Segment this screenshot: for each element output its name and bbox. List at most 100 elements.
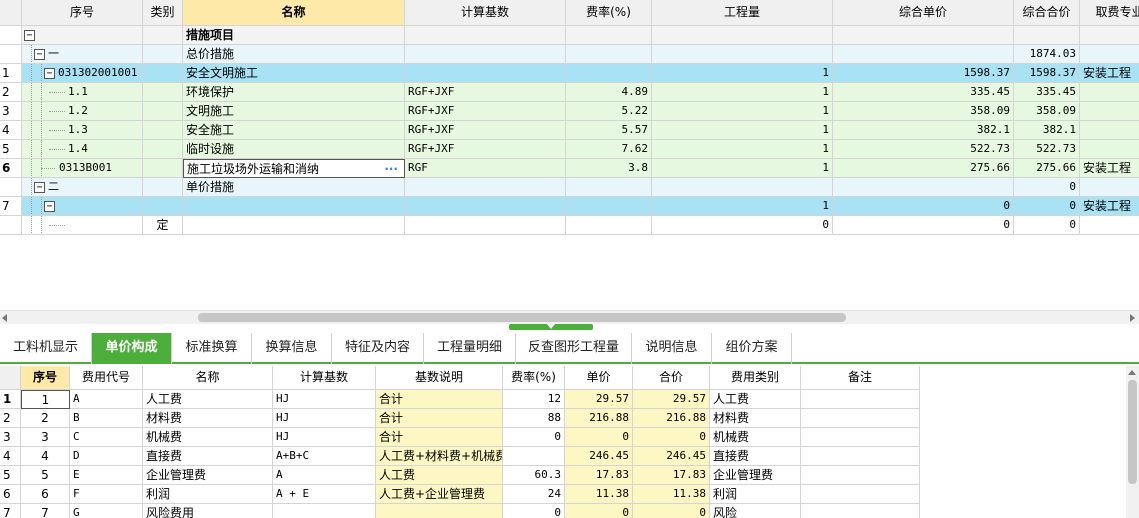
fee-specialty-cell[interactable] [1080,121,1139,140]
quantity-cell[interactable] [652,178,833,197]
name-cell[interactable]: 人工费 [143,390,273,409]
base-cell[interactable]: A [273,466,376,485]
base-desc-cell[interactable]: 人工费 [376,466,503,485]
rate-cell[interactable]: 24 [503,485,565,504]
rate-cell[interactable]: 88 [503,409,565,428]
total-price-cell[interactable]: 522.73 [1014,140,1080,159]
row-number[interactable]: 2 [0,409,21,428]
name-cell[interactable]: 措施项目 [183,26,405,45]
unit-price-cell[interactable]: 382.1 [833,121,1014,140]
base-cell[interactable] [405,64,566,83]
quantity-cell[interactable]: 1 [652,197,833,216]
col-header-seq[interactable]: 序号 [21,366,70,390]
total-cell[interactable]: 246.45 [633,447,710,466]
base-desc-cell[interactable]: 合计 [376,390,503,409]
seq-cell[interactable]: 6 [21,485,70,504]
ellipsis-button[interactable]: ··· [384,160,398,177]
tree-code-cell[interactable]: − [22,26,143,45]
category-cell[interactable] [143,102,183,121]
fee-specialty-cell[interactable] [1080,83,1139,102]
total-cell[interactable]: 29.57 [633,390,710,409]
name-cell[interactable]: 单价措施 [183,178,405,197]
unit-price-cell[interactable]: 29.57 [565,390,633,409]
row-number[interactable] [0,45,22,64]
total-price-cell[interactable]: 275.66 [1014,159,1080,178]
unit-price-cell[interactable]: 0 [833,216,1014,235]
fee-type-cell[interactable]: 利润 [710,485,801,504]
category-cell[interactable] [143,26,183,45]
fee-specialty-cell[interactable] [1080,140,1139,159]
category-cell[interactable] [143,197,183,216]
total-price-cell[interactable]: 335.45 [1014,83,1080,102]
col-header-fee-specialty[interactable]: 取费专业 [1080,0,1139,26]
name-cell[interactable]: 直接费 [143,447,273,466]
col-header-unit-price[interactable]: 单价 [565,366,633,390]
fee-code-cell[interactable]: G [70,504,143,518]
unit-price-cell[interactable]: 358.09 [833,102,1014,121]
base-cell[interactable]: A + E [273,485,376,504]
fee-code-cell[interactable]: A [70,390,143,409]
rate-cell[interactable] [503,447,565,466]
unit-price-cell[interactable]: 17.83 [565,466,633,485]
horizontal-scrollbar[interactable] [0,310,1139,324]
rate-cell[interactable] [566,64,652,83]
fee-code-cell[interactable]: C [70,428,143,447]
col-header-name[interactable]: 名称 [183,0,405,26]
vertical-scrollbar[interactable] [1126,366,1139,518]
tab-6[interactable]: 工程量明细 [424,333,516,364]
rate-cell[interactable]: 0 [503,504,565,518]
total-price-cell[interactable]: 0 [1014,178,1080,197]
fee-code-cell[interactable]: D [70,447,143,466]
base-cell[interactable] [405,216,566,235]
remark-cell[interactable] [801,447,920,466]
base-cell[interactable]: HJ [273,428,376,447]
base-desc-cell[interactable]: 人工费+企业管理费 [376,485,503,504]
base-cell[interactable]: RGF+JXF [405,83,566,102]
base-desc-cell[interactable]: 合计 [376,428,503,447]
category-cell[interactable] [143,159,183,178]
category-cell[interactable]: 定 [143,216,183,235]
collapse-toggle-icon[interactable]: − [34,182,45,193]
base-cell[interactable] [405,45,566,64]
quantity-cell[interactable]: 1 [652,159,833,178]
row-number[interactable]: 7 [0,504,21,518]
name-cell[interactable]: 总价措施 [183,45,405,64]
name-cell[interactable]: 企业管理费 [143,466,273,485]
tree-code-cell[interactable]: 1.1 [22,83,143,102]
remark-cell[interactable] [801,485,920,504]
total-cell[interactable]: 17.83 [633,466,710,485]
unit-price-cell[interactable]: 335.45 [833,83,1014,102]
fee-specialty-cell[interactable] [1080,178,1139,197]
tab-4[interactable]: 换算信息 [252,333,332,364]
category-cell[interactable] [143,64,183,83]
quantity-cell[interactable]: 1 [652,64,833,83]
remark-cell[interactable] [801,409,920,428]
fee-code-cell[interactable]: B [70,409,143,428]
col-header-rate[interactable]: 费率(%) [566,0,652,26]
name-cell[interactable]: 安全文明施工 [183,64,405,83]
quantity-cell[interactable]: 1 [652,140,833,159]
base-cell[interactable]: A+B+C [273,447,376,466]
row-number[interactable]: 2 [0,83,22,102]
unit-price-cell[interactable]: 522.73 [833,140,1014,159]
unit-price-cell[interactable] [833,45,1014,64]
fee-specialty-cell[interactable]: 安装工程 [1080,159,1139,178]
fee-type-cell[interactable]: 风险 [710,504,801,518]
name-cell[interactable] [183,197,405,216]
col-header-quantity[interactable]: 工程量 [652,0,833,26]
splitter-grip[interactable] [509,324,593,330]
name-cell[interactable]: 临时设施 [183,140,405,159]
tab-5[interactable]: 特征及内容 [332,333,424,364]
row-number[interactable]: 5 [0,466,21,485]
collapse-toggle-icon[interactable]: − [24,30,35,41]
quantity-cell[interactable]: 1 [652,102,833,121]
base-cell[interactable] [273,504,376,518]
base-desc-cell[interactable] [376,504,503,518]
base-cell[interactable] [405,178,566,197]
total-price-cell[interactable]: 1874.03 [1014,45,1080,64]
base-cell[interactable]: HJ [273,409,376,428]
row-number[interactable]: 6 [0,159,22,178]
rate-cell[interactable]: 3.8 [566,159,652,178]
name-cell[interactable]: 文明施工 [183,102,405,121]
scroll-right-arrow[interactable] [1130,314,1135,322]
